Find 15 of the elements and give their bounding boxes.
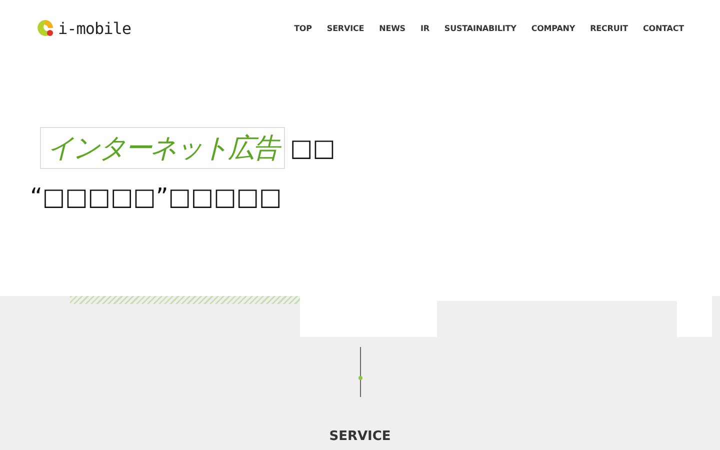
section-heading: SERVICE xyxy=(329,429,391,444)
nav-link[interactable]: IR xyxy=(420,24,430,32)
heading-text: “□□□□□”□□□□□ xyxy=(30,183,283,211)
nav-link[interactable]: COMPANY xyxy=(531,24,576,32)
nav-link[interactable]: CONTACT xyxy=(642,24,684,32)
nav-link[interactable]: RECRUIT xyxy=(590,24,628,32)
nav-link[interactable]: NEWS xyxy=(379,24,406,32)
nav-link[interactable]: TOP xyxy=(294,24,312,32)
logo-text: i-mobile xyxy=(58,18,132,38)
heading-text: □□ xyxy=(290,134,336,162)
nav-link[interactable]: SUSTAINABILITY xyxy=(444,24,516,32)
nav-link[interactable]: SERVICE xyxy=(326,24,364,32)
logo-icon xyxy=(36,19,54,37)
handwritten-heading: インターネット広告 xyxy=(40,127,285,169)
line-dot-drawing xyxy=(358,347,362,397)
